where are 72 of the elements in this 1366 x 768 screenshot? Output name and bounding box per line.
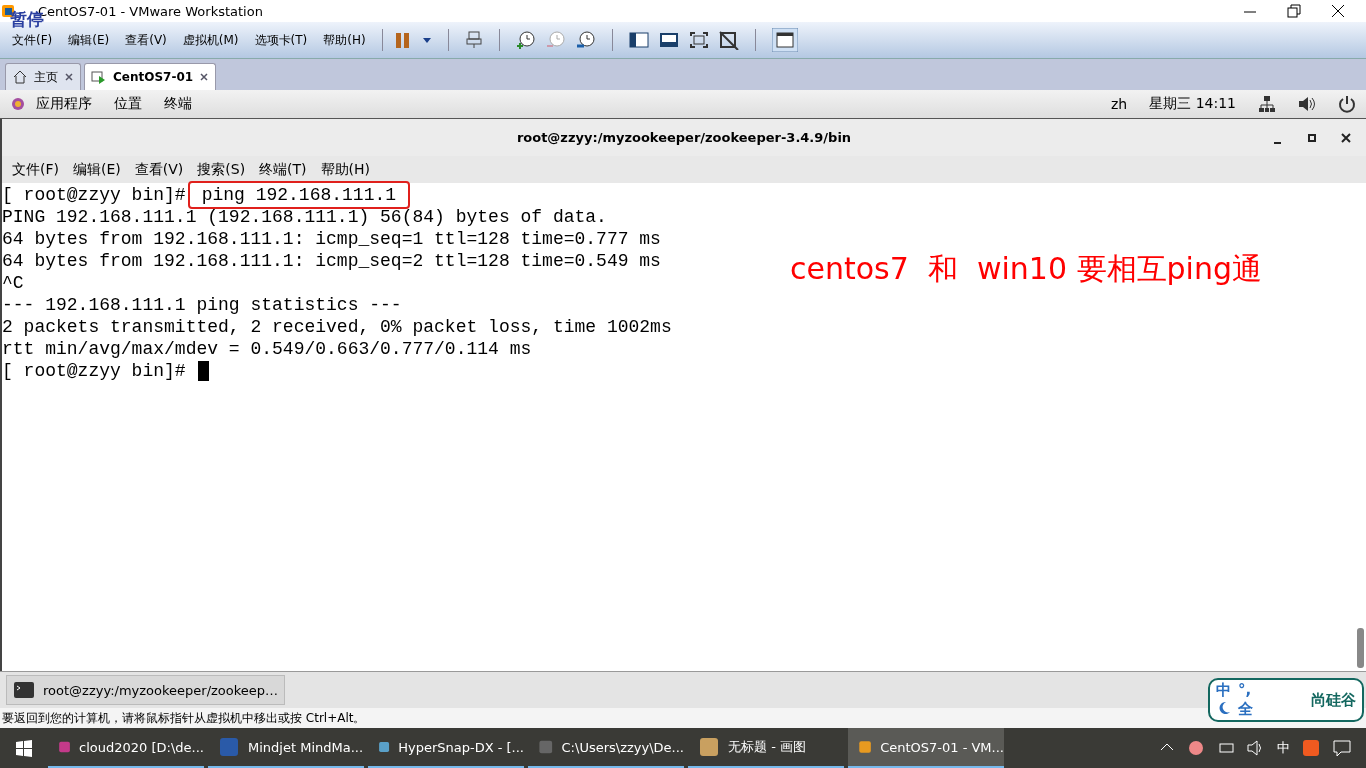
terminal-output: --- 192.168.111.1 ping statistics --- xyxy=(2,294,402,316)
taskbar-button[interactable]: CentOS7-01 - VM... xyxy=(848,728,1004,768)
home-icon xyxy=(12,69,28,85)
restore-icon[interactable] xyxy=(1286,3,1302,19)
terminal-output: 64 bytes from 192.168.111.1: icmp_seq=2 ttl=128 time=0.549 ms xyxy=(2,250,661,272)
close-tab-icon[interactable] xyxy=(64,72,74,82)
menu-item[interactable]: 虚拟机(M) xyxy=(176,29,245,51)
menu-item[interactable]: 查看(V) xyxy=(134,160,184,179)
shell-prompt: [ root@zzyy bin]# xyxy=(2,360,186,382)
terminal-title: root@zzyy:/myzookeeper/zookeeper-3.4.9/bin xyxy=(516,130,852,145)
menu-item[interactable]: 搜索(S) xyxy=(197,160,246,179)
taskbar-button[interactable]: HyperSnap-DX - [... xyxy=(368,728,524,768)
terminal-output: 2 packets transmitted, 2 received, 0% packet loss, time 1002ms xyxy=(2,316,672,338)
tab[interactable]: 主页 xyxy=(5,63,81,90)
maximize-icon[interactable] xyxy=(1306,131,1318,144)
panel-menu[interactable]: 应用程序 xyxy=(36,95,92,113)
start-icon[interactable] xyxy=(15,739,33,757)
close-tab-icon[interactable] xyxy=(199,72,210,82)
menu-item[interactable]: 编辑(E) xyxy=(73,160,121,179)
window-list-button[interactable]: root@zzyy:/myzookeeper/zookeep… xyxy=(6,675,286,705)
ime-toolbar[interactable]: 中 °, 全 尚硅谷 xyxy=(1208,678,1364,722)
taskbar-button[interactable]: C:\Users\zzyy\De... xyxy=(528,728,684,768)
taskbar-button[interactable]: cloud2020 [D:\de... xyxy=(48,728,204,768)
power-icon[interactable] xyxy=(1338,95,1356,113)
network-icon[interactable] xyxy=(1258,95,1276,113)
annotation-text: centos7 和 win10 要相互ping通 xyxy=(790,250,1262,288)
status-message: 要返回到您的计算机，请将鼠标指针从虚拟机中移出或按 Ctrl+Alt。 xyxy=(2,709,366,727)
snapshot-add-icon[interactable] xyxy=(515,30,536,50)
vm-icon xyxy=(91,69,107,85)
menu-item[interactable]: 帮助(H) xyxy=(317,29,372,51)
menu-item[interactable]: 帮助(H) xyxy=(320,160,371,179)
terminal-output: rtt min/avg/max/mdev = 0.549/0.663/0.777/0.114 ms xyxy=(2,338,532,360)
snapshot-manager-icon[interactable] xyxy=(575,30,596,50)
language-indicator[interactable]: zh xyxy=(1110,96,1128,112)
shell-prompt: [ root@zzyy bin]# xyxy=(2,184,186,206)
terminal-output: ^C xyxy=(2,272,24,294)
terminal-output: PING 192.168.111.1 (192.168.111.1) 56(84) bytes of data. xyxy=(2,206,607,228)
panel-menu[interactable]: 位置 xyxy=(114,95,142,113)
apps-icon[interactable] xyxy=(10,96,26,112)
menu-item[interactable]: 编辑(E) xyxy=(62,29,116,51)
fullscreen-icon[interactable] xyxy=(688,30,709,50)
terminal-output: 64 bytes from 192.168.111.1: icmp_seq=1 ttl=128 time=0.777 ms xyxy=(2,228,661,250)
dropdown-icon[interactable] xyxy=(421,35,432,45)
menu-item[interactable]: 选项卡(T) xyxy=(248,29,314,51)
library-view-icon[interactable] xyxy=(771,28,798,52)
sidebar-view-icon[interactable] xyxy=(628,30,649,50)
input-method-indicator[interactable]: 中 xyxy=(1277,739,1290,757)
console-view-icon[interactable] xyxy=(658,30,679,50)
clock[interactable]: 星期三 14:11 xyxy=(1149,95,1236,113)
brand-text: 尚硅谷 xyxy=(1311,690,1356,710)
terminal-icon xyxy=(13,680,35,700)
ime-punctuation[interactable]: °, xyxy=(1238,681,1253,700)
scrollbar-thumb[interactable] xyxy=(1357,628,1364,668)
close-icon[interactable] xyxy=(1330,3,1346,19)
app-icon xyxy=(218,736,240,758)
menu-item[interactable]: 查看(V) xyxy=(119,29,173,51)
app-icon xyxy=(698,736,720,758)
menu-item[interactable]: 终端(T) xyxy=(259,160,307,179)
volume-icon[interactable] xyxy=(1298,95,1316,113)
close-icon[interactable] xyxy=(1340,131,1352,144)
taskbar-button[interactable]: 无标题 - 画图 xyxy=(688,728,844,768)
menu-item[interactable]: 文件(F) xyxy=(6,29,59,51)
text-cursor xyxy=(197,361,209,381)
tab[interactable]: CentOS7-01 xyxy=(84,63,217,90)
taskbar-button[interactable]: Mindjet MindMa... xyxy=(208,728,364,768)
panel-menu[interactable]: 终端 xyxy=(164,95,192,113)
ime-fullwidth[interactable]: 全 xyxy=(1238,700,1253,719)
ime-mode[interactable]: 中 xyxy=(1216,681,1232,700)
notification-icon[interactable] xyxy=(1332,738,1352,758)
send-keys-icon[interactable] xyxy=(464,30,483,50)
command-text: ping 192.168.111.1 xyxy=(187,181,411,209)
menu-item[interactable]: 文件(F) xyxy=(12,160,59,179)
